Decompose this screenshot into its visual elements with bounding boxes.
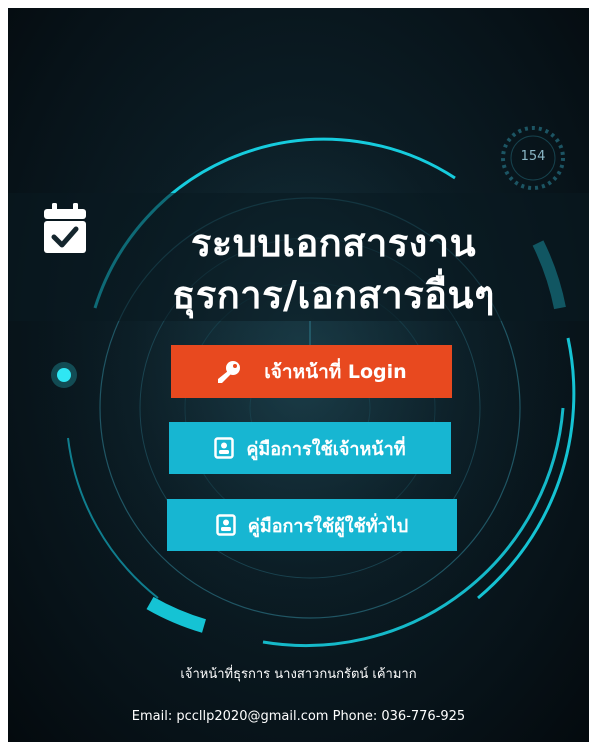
contact-card-icon [214,437,235,459]
page-title-line-2: ธุรการ/เอกสารอื่นๆ [172,273,495,317]
staff-manual-button[interactable]: คู่มือการใช้เจ้าหน้าที่ [169,422,451,474]
staff-manual-label: คู่มือการใช้เจ้าหน้าที่ [246,438,406,460]
staff-login-label: เจ้าหน้าที่ Login [264,360,407,383]
key-icon [216,359,242,385]
public-manual-label: คู่มือการใช้ผู้ใช้ทั่วไป [247,515,409,537]
counter-readout: 154 [520,149,546,164]
hero-panel: 154 ระบบเอกสารงาน ธุรการ/เอกสารอื่นๆ เจ้… [8,8,589,742]
footer-contact-info: Email: pccllp2020@gmail.com Phone: 036-7… [131,709,466,724]
footer-staff-name: เจ้าหน้าที่ธุรการ นางสาวกนกรัตน์ เค้ามาก [180,667,417,682]
public-manual-button[interactable]: คู่มือการใช้ผู้ใช้ทั่วไป [167,499,457,551]
contact-card-icon [216,514,236,536]
staff-login-button[interactable]: เจ้าหน้าที่ Login [171,345,452,398]
